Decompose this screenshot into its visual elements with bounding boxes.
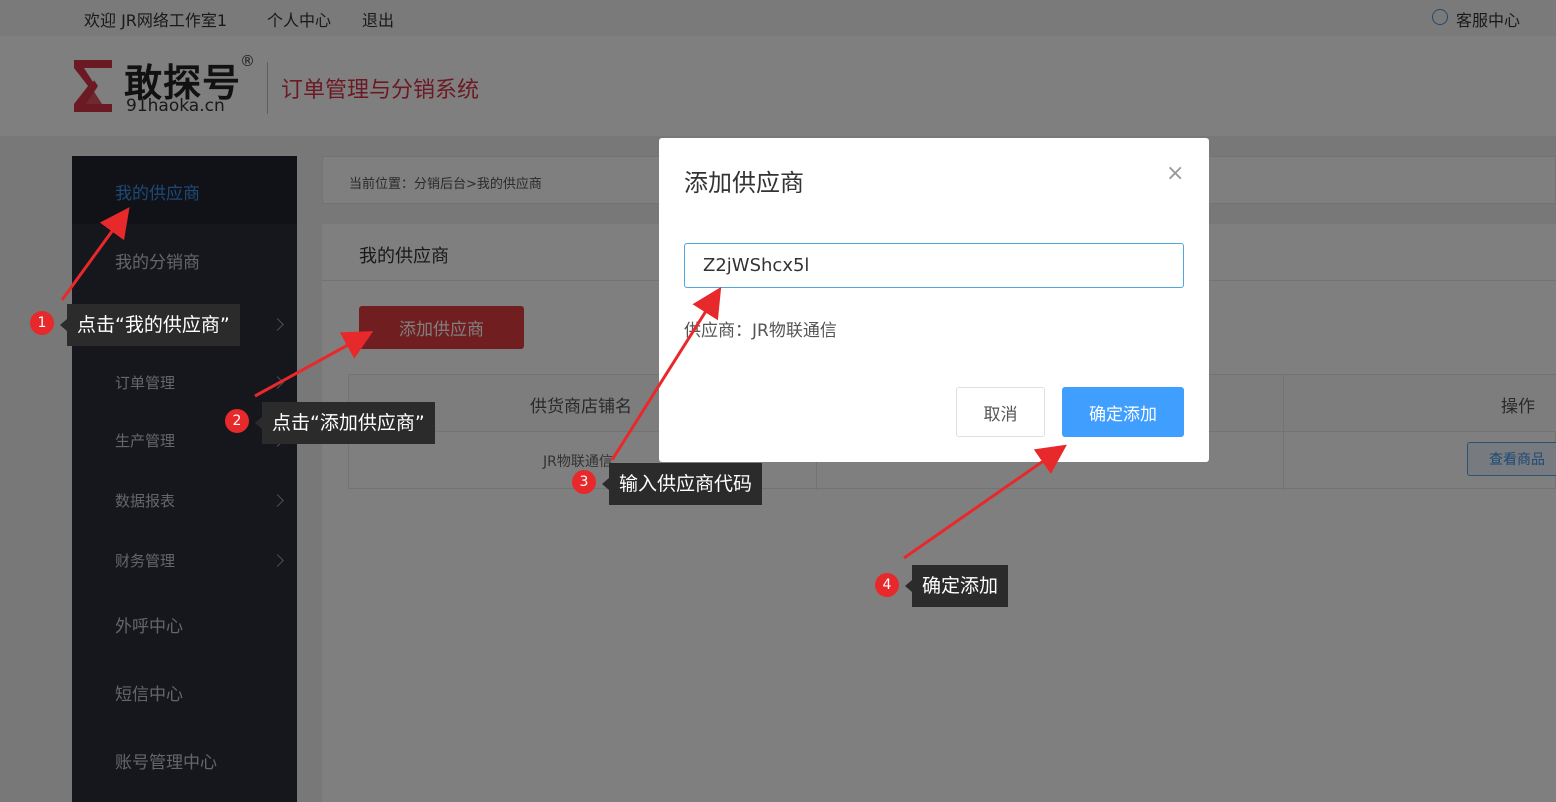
arrow-3 [610,286,722,461]
annotation-callout: 输入供应商代码 [601,463,763,505]
annotation-arrows [60,207,1067,560]
annotation-callout: 确定添加 [904,565,1009,607]
step-badge: 4 [875,573,899,597]
step-badge: 1 [30,311,54,335]
annotation-callout: 点击“添加供应商” [255,402,435,444]
arrow-1 [60,207,130,301]
arrow-4 [903,444,1067,560]
step-badge: 3 [572,470,596,494]
step-badge: 2 [225,409,249,433]
annotation-callout: 点击“我的供应商” [60,304,240,346]
arrow-2 [254,331,374,398]
